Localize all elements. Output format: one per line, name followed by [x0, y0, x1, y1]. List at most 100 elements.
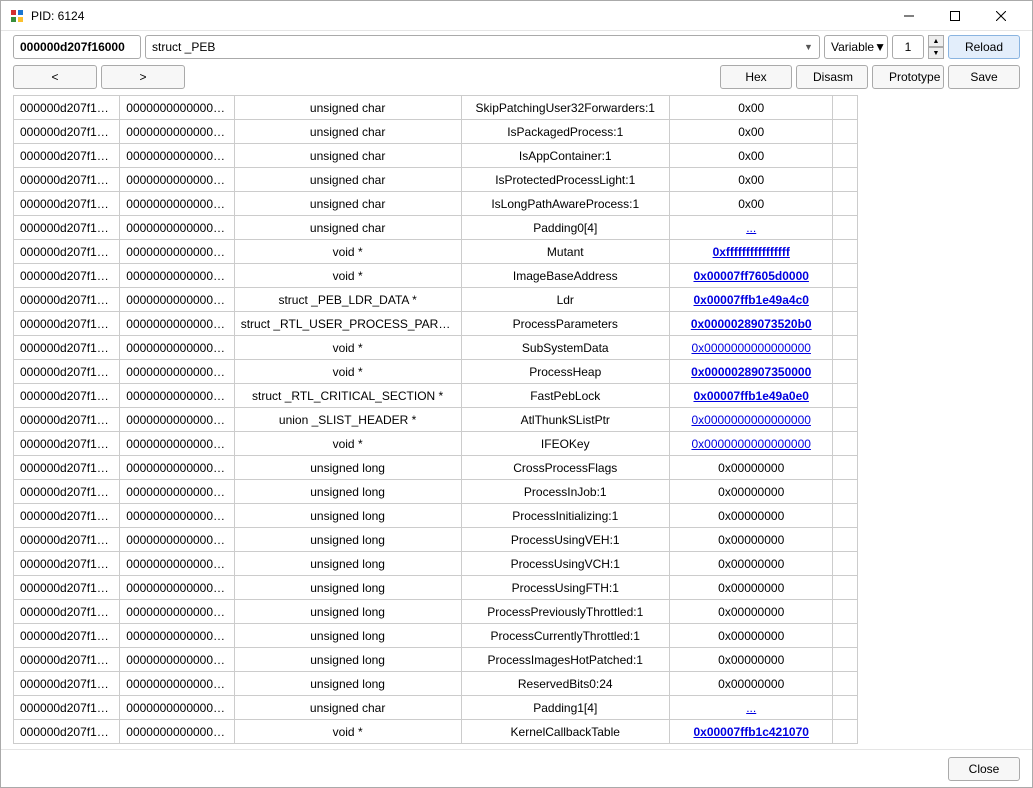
minimize-button[interactable]	[886, 1, 932, 31]
maximize-button[interactable]	[932, 1, 978, 31]
cell-extra	[833, 648, 858, 672]
table-row[interactable]: 000000d207f160500000000000000050unsigned…	[14, 552, 858, 576]
table-row[interactable]: 000000d207f160500000000000000050unsigned…	[14, 528, 858, 552]
disasm-button[interactable]: Disasm	[796, 65, 868, 89]
cell-type: struct _RTL_USER_PROCESS_PARAMETERS *	[234, 312, 461, 336]
struct-select[interactable]: struct _PEB ▼	[145, 35, 820, 59]
table-row[interactable]: 000000d207f160200000000000000020struct _…	[14, 312, 858, 336]
cell-type: union _SLIST_HEADER *	[234, 408, 461, 432]
cell-offset: 0000000000000040	[120, 408, 234, 432]
value-link[interactable]: ...	[746, 701, 756, 715]
cell-offset: 0000000000000004	[120, 216, 234, 240]
table-row[interactable]: 000000d207f160580000000000000058void *Ke…	[14, 720, 858, 744]
cell-value: 0x00000000	[669, 456, 832, 480]
cell-address: 000000d207f16050	[14, 528, 120, 552]
cell-offset: 0000000000000050	[120, 552, 234, 576]
cell-extra	[833, 384, 858, 408]
table-row[interactable]: 000000d207f160300000000000000030void *Pr…	[14, 360, 858, 384]
struct-table-container[interactable]: 000000d207f160030000000000000003unsigned…	[13, 95, 858, 749]
table-row[interactable]: 000000d207f160100000000000000010void *Im…	[14, 264, 858, 288]
cell-offset: 0000000000000050	[120, 480, 234, 504]
value-link[interactable]: 0x0000028907350000	[691, 365, 811, 379]
cell-value: 0x00	[669, 120, 832, 144]
table-row[interactable]: 000000d207f160080000000000000008void *Mu…	[14, 240, 858, 264]
cell-name: ProcessUsingVEH:1	[461, 528, 669, 552]
cell-value: 0x00007ff7605d0000	[669, 264, 832, 288]
value-link[interactable]: 0x0000000000000000	[691, 341, 810, 355]
count-down-button[interactable]: ▼	[928, 47, 944, 59]
cell-value: 0x00000000	[669, 576, 832, 600]
table-row[interactable]: 000000d207f160500000000000000050unsigned…	[14, 624, 858, 648]
value-link[interactable]: 0x0000000000000000	[691, 437, 810, 451]
table-row[interactable]: 000000d207f160030000000000000003unsigned…	[14, 120, 858, 144]
value-link[interactable]: 0x00007ff7605d0000	[693, 269, 808, 283]
table-row[interactable]: 000000d207f160380000000000000038struct _…	[14, 384, 858, 408]
value-link[interactable]: 0x00007ffb1e49a0e0	[693, 389, 808, 403]
cell-address: 000000d207f16050	[14, 576, 120, 600]
table-row[interactable]: 000000d207f160480000000000000048void *IF…	[14, 432, 858, 456]
count-input[interactable]	[892, 35, 924, 59]
close-window-button[interactable]	[978, 1, 1024, 31]
table-row[interactable]: 000000d207f160500000000000000050unsigned…	[14, 456, 858, 480]
cell-name: ProcessUsingVCH:1	[461, 552, 669, 576]
save-button[interactable]: Save	[948, 65, 1020, 89]
cell-offset: 0000000000000050	[120, 648, 234, 672]
cell-value: 0x00	[669, 192, 832, 216]
cell-value: 0x00000000	[669, 552, 832, 576]
cell-value: 0x00000000	[669, 528, 832, 552]
table-row[interactable]: 000000d207f160030000000000000003unsigned…	[14, 96, 858, 120]
cell-value: 0x00007ffb1e49a4c0	[669, 288, 832, 312]
table-row[interactable]: 000000d207f160540000000000000054unsigned…	[14, 696, 858, 720]
cell-address: 000000d207f16050	[14, 552, 120, 576]
prototype-button[interactable]: Prototype	[872, 65, 944, 89]
cell-address: 000000d207f16004	[14, 216, 120, 240]
table-row[interactable]: 000000d207f160280000000000000028void *Su…	[14, 336, 858, 360]
nav-forward-button[interactable]: >	[101, 65, 185, 89]
table-row[interactable]: 000000d207f160500000000000000050unsigned…	[14, 480, 858, 504]
value-link[interactable]: 0x00007ffb1e49a4c0	[693, 293, 808, 307]
table-row[interactable]: 000000d207f160030000000000000003unsigned…	[14, 168, 858, 192]
table-row[interactable]: 000000d207f160500000000000000050unsigned…	[14, 648, 858, 672]
table-row[interactable]: 000000d207f160500000000000000050unsigned…	[14, 504, 858, 528]
value-link[interactable]: 0x00007ffb1c421070	[693, 725, 808, 739]
cell-address: 000000d207f16050	[14, 624, 120, 648]
footer: Close	[1, 749, 1032, 787]
address-input[interactable]	[13, 35, 141, 59]
cell-type: unsigned char	[234, 144, 461, 168]
cell-offset: 0000000000000058	[120, 720, 234, 744]
cell-address: 000000d207f16050	[14, 504, 120, 528]
hex-button[interactable]: Hex	[720, 65, 792, 89]
table-row[interactable]: 000000d207f160500000000000000050unsigned…	[14, 576, 858, 600]
value-link[interactable]: 0x0000000000000000	[691, 413, 810, 427]
cell-extra	[833, 288, 858, 312]
table-row[interactable]: 000000d207f160500000000000000050unsigned…	[14, 600, 858, 624]
cell-address: 000000d207f16048	[14, 432, 120, 456]
cell-address: 000000d207f16020	[14, 312, 120, 336]
cell-value: 0x0000000000000000	[669, 408, 832, 432]
value-link[interactable]: ...	[746, 221, 756, 235]
table-row[interactable]: 000000d207f160400000000000000040union _S…	[14, 408, 858, 432]
value-link[interactable]: 0xffffffffffffffff	[713, 245, 790, 259]
value-link[interactable]: 0x00000289073520b0	[691, 317, 812, 331]
cell-offset: 0000000000000054	[120, 696, 234, 720]
variable-select[interactable]: Variable ▼	[824, 35, 888, 59]
table-row[interactable]: 000000d207f160030000000000000003unsigned…	[14, 192, 858, 216]
cell-type: unsigned char	[234, 216, 461, 240]
cell-type: void *	[234, 720, 461, 744]
cell-extra	[833, 552, 858, 576]
cell-extra	[833, 720, 858, 744]
cell-extra	[833, 168, 858, 192]
table-row[interactable]: 000000d207f160030000000000000003unsigned…	[14, 144, 858, 168]
cell-extra	[833, 336, 858, 360]
table-row[interactable]: 000000d207f160040000000000000004unsigned…	[14, 216, 858, 240]
reload-button[interactable]: Reload	[948, 35, 1020, 59]
table-row[interactable]: 000000d207f160180000000000000018struct _…	[14, 288, 858, 312]
cell-type: void *	[234, 336, 461, 360]
nav-back-button[interactable]: <	[13, 65, 97, 89]
cell-value: 0x00000000	[669, 624, 832, 648]
table-row[interactable]: 000000d207f160500000000000000050unsigned…	[14, 672, 858, 696]
count-up-button[interactable]: ▲	[928, 35, 944, 47]
close-button[interactable]: Close	[948, 757, 1020, 781]
cell-name: Padding1[4]	[461, 696, 669, 720]
cell-value: 0x0000028907350000	[669, 360, 832, 384]
